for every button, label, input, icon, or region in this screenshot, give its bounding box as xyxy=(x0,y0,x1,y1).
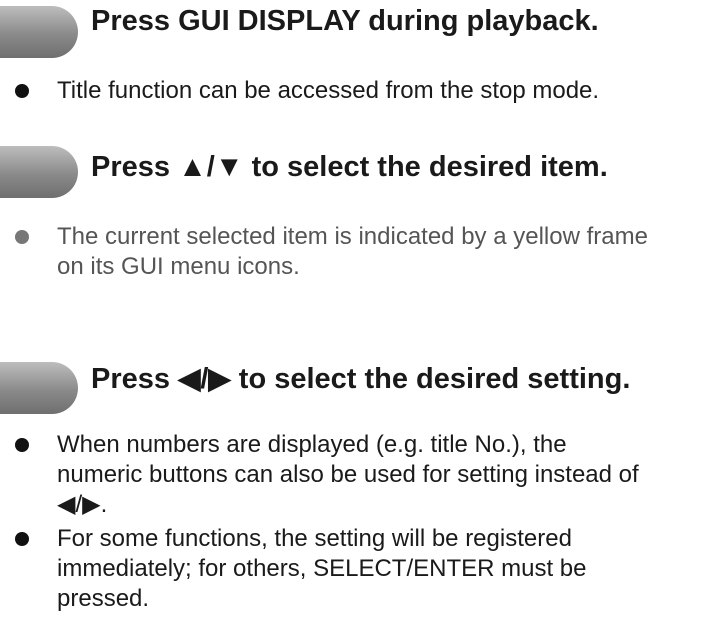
bullet-icon xyxy=(15,438,29,452)
step-2-tab xyxy=(0,146,78,198)
step-3-bullets: When numbers are displayed (e.g. title N… xyxy=(0,430,701,618)
list-item: Title function can be accessed from the … xyxy=(0,76,701,106)
step-1-tab xyxy=(0,6,78,58)
step-2-bullets: The current selected item is indicated b… xyxy=(0,222,680,286)
list-item: The current selected item is indicated b… xyxy=(0,222,657,282)
list-item: When numbers are displayed (e.g. title N… xyxy=(0,430,657,520)
step-3-tab xyxy=(0,362,78,414)
step-1-bullets: Title function can be accessed from the … xyxy=(0,76,701,110)
bullet-icon xyxy=(15,532,29,546)
bullet-icon xyxy=(15,84,29,98)
step-3-title: Press ◀/▶ to select the desired setting. xyxy=(91,363,631,395)
step-1-title: Press GUI DISPLAY during playback. xyxy=(91,5,599,37)
bullet-icon xyxy=(15,230,29,244)
step-2-title: Press ▲/▼ to select the desired item. xyxy=(91,151,608,183)
list-item: For some functions, the setting will be … xyxy=(0,524,677,614)
